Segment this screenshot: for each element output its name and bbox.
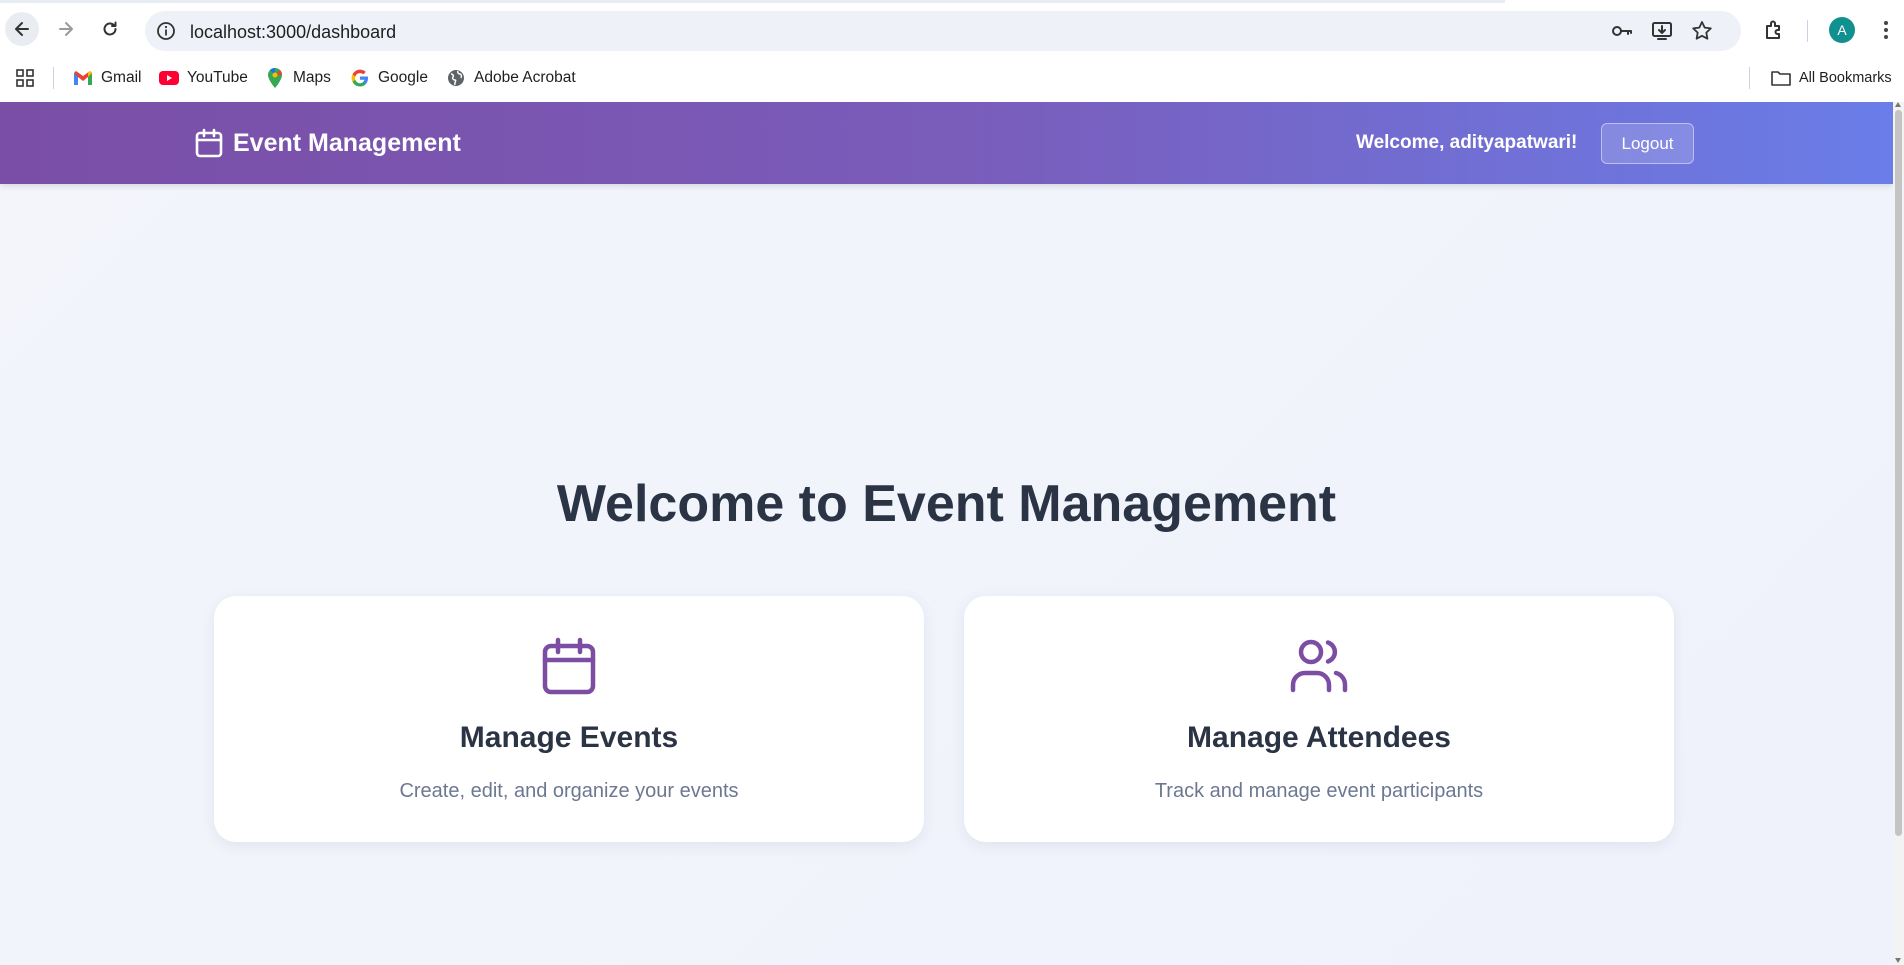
extensions-icon[interactable] [1761, 17, 1787, 43]
scroll-up-icon[interactable] [1895, 102, 1901, 107]
scroll-down-icon[interactable] [1895, 958, 1901, 963]
calendar-icon [195, 128, 223, 158]
browser-menu-icon[interactable] [1876, 17, 1896, 43]
reload-button[interactable] [93, 12, 127, 46]
globe-icon [446, 68, 466, 88]
brand[interactable]: Event Management [195, 128, 461, 158]
bookmark-google[interactable]: Google [350, 66, 428, 90]
google-icon [350, 68, 370, 88]
back-button[interactable] [5, 12, 39, 46]
manage-attendees-card[interactable]: Manage Attendees Track and manage event … [964, 596, 1674, 842]
card-description: Track and manage event participants [1154, 780, 1484, 802]
bookmark-star-icon[interactable] [1690, 19, 1714, 43]
arrow-left-icon [15, 22, 29, 36]
folder-icon [1771, 68, 1791, 88]
page-scrollbar[interactable] [1893, 102, 1904, 965]
calendar-icon [539, 636, 599, 696]
browser-toolbar: localhost:3000/dashboard A [0, 6, 1904, 54]
bookmark-youtube[interactable]: YouTube [159, 66, 248, 90]
card-title: Manage Events [459, 721, 679, 754]
forward-button[interactable] [49, 12, 83, 46]
page-title: Welcome to Event Management [556, 475, 1337, 533]
logout-button[interactable]: Logout [1601, 123, 1694, 164]
bookmark-label: Google [378, 69, 428, 86]
users-icon [1289, 636, 1349, 696]
bookmark-label: Adobe Acrobat [474, 69, 576, 86]
card-title: Manage Attendees [1187, 721, 1451, 754]
brand-title: Event Management [233, 128, 461, 157]
bookmark-label: Gmail [101, 69, 142, 86]
manage-events-card[interactable]: Manage Events Create, edit, and organize… [214, 596, 924, 842]
profile-avatar[interactable]: A [1829, 17, 1855, 43]
maps-icon [265, 68, 285, 88]
bookmark-adobe-acrobat[interactable]: Adobe Acrobat [446, 66, 576, 90]
password-key-icon[interactable] [1610, 19, 1634, 43]
bookmarks-divider [53, 67, 54, 89]
install-app-icon[interactable] [1650, 19, 1674, 43]
youtube-icon [159, 68, 179, 88]
reload-icon [103, 21, 117, 36]
address-bar[interactable]: localhost:3000/dashboard [145, 11, 1741, 51]
all-bookmarks-label: All Bookmarks [1799, 70, 1892, 86]
dashboard-page: Event Management Welcome, adityapatwari!… [0, 102, 1893, 965]
app-header: Event Management Welcome, adityapatwari!… [0, 102, 1893, 184]
bookmark-gmail[interactable]: Gmail [73, 66, 141, 90]
gmail-icon [73, 68, 93, 88]
all-bookmarks-button[interactable]: All Bookmarks [1771, 66, 1892, 90]
site-info-icon[interactable] [155, 20, 177, 42]
bookmarks-bar: Gmail YouTube Maps Google Adobe Acrobat … [0, 54, 1904, 102]
bookmark-maps[interactable]: Maps [265, 66, 331, 90]
arrow-right-icon [59, 22, 73, 36]
url-text: localhost:3000/dashboard [190, 22, 397, 42]
apps-grid-icon[interactable] [15, 66, 35, 90]
scrollbar-thumb[interactable] [1895, 110, 1902, 836]
bookmark-label: Maps [293, 69, 331, 86]
toolbar-divider [1807, 20, 1808, 42]
card-description: Create, edit, and organize your events [399, 780, 739, 802]
welcome-message: Welcome, adityapatwari! [1356, 132, 1578, 153]
bookmarks-divider [1749, 67, 1750, 89]
bookmark-label: YouTube [187, 69, 248, 86]
